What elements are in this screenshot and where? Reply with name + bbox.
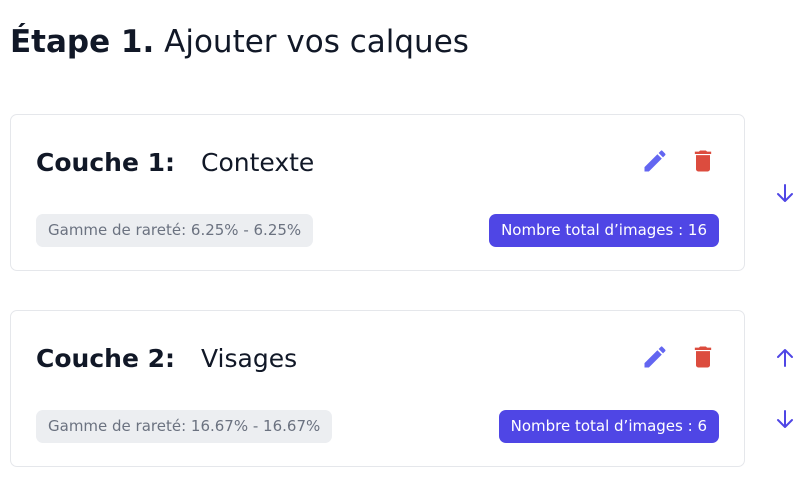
move-layer-up-button[interactable] [770,343,800,373]
edit-layer-button[interactable] [639,145,671,177]
layer-card: Couche 1: Contexte Gamme de rareté: 6.25%… [10,114,745,271]
delete-layer-button[interactable] [687,341,719,373]
trash-icon [694,346,712,368]
layer-title: Couche 2: Visages [36,339,297,379]
delete-layer-button[interactable] [687,145,719,177]
arrow-up-icon [777,349,793,367]
layer-number: Couche 1: [36,148,175,177]
edit-layer-button[interactable] [639,341,671,373]
page-title: Ajouter vos calques [154,24,469,60]
edit-icon [644,150,666,172]
arrow-down-icon [777,410,793,428]
image-count-badge: Nombre total d’images : 16 [489,214,719,247]
page: Étape 1. Ajouter vos calques Couche 1: Co… [0,0,810,477]
layer-card: Couche 2: Visages Gamme de rareté: 16.67%… [10,310,745,467]
rarity-range-badge: Gamme de rareté: 16.67% - 16.67% [36,410,333,443]
trash-icon [694,150,712,172]
rarity-range-badge: Gamme de rareté: 6.25% - 6.25% [36,214,314,247]
step-label: Étape 1. [10,24,155,60]
layer-title: Couche 1: Contexte [36,143,314,183]
page-heading: Étape 1. Ajouter vos calques [10,20,469,64]
move-layer-down-button[interactable] [770,178,800,208]
layer-number: Couche 2: [36,344,175,373]
image-count-badge: Nombre total d’images : 6 [498,410,719,443]
layer-name: Visages [201,344,298,373]
layer-name: Contexte [201,148,315,177]
move-layer-down-button[interactable] [770,404,800,434]
edit-icon [644,346,666,368]
arrow-down-icon [777,184,793,202]
